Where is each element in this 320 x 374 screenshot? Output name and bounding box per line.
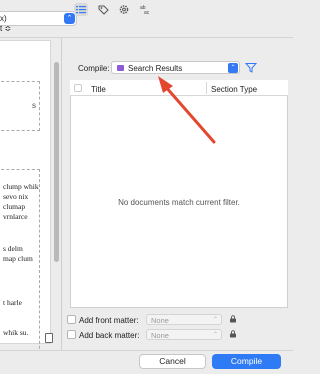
compile-label: Compile: [78,64,110,73]
left-panel-dropdown[interactable]: t ≎ [0,22,56,36]
tab-list[interactable] [74,3,88,16]
tab-replacements[interactable]: ab ac [138,3,152,16]
column-header-section-type[interactable]: Section Type [211,85,257,94]
lock-icon[interactable] [229,315,237,323]
inspector-tabbar [62,38,293,58]
sample-line: clump whik [3,182,39,191]
compile-source-value: Search Results [128,64,183,73]
back-matter-value: None [151,331,169,340]
document-icon[interactable] [45,333,53,343]
filter-icon[interactable] [244,62,258,73]
list-icon [76,6,86,14]
placeholder-text: s [32,101,36,110]
documents-table [70,80,288,308]
sample-line: s delm [3,244,23,253]
chevron-updown-icon: ⌃ [64,13,75,24]
left-scrollbar[interactable] [53,62,59,262]
empty-state-message: No documents match current filter. [118,198,240,207]
tag-icon [98,5,109,15]
compile-source-select[interactable]: Search Results ⌃ [111,61,240,74]
front-matter-value: None [151,316,169,325]
back-matter-select[interactable]: None ⌃ [146,329,222,340]
column-divider [206,82,207,94]
tab-options[interactable] [117,3,131,16]
front-matter-select[interactable]: None ⌃ [146,314,222,325]
lock-icon[interactable] [229,330,237,338]
replace-text-icon: ab ac [140,5,150,15]
sample-text-box: clump whik sevo nix clumap vrnlarce s de… [0,169,40,369]
chevron-updown-icon: ⌃ [212,332,218,338]
left-dropdown-value: t ≎ [0,24,12,33]
dashed-placeholder-box: s [0,81,40,131]
column-header-title[interactable]: Title [91,85,106,94]
tab-tags[interactable] [96,3,110,16]
back-matter-label: Add back matter: [79,331,140,340]
sample-line: clumap [3,202,26,211]
sample-line: t harle [3,298,22,307]
sample-line: whik su. [3,328,29,337]
cancel-button[interactable]: Cancel [139,354,206,369]
front-matter-checkbox[interactable] [67,315,76,324]
sample-line: sevo nix [3,192,29,201]
compile-button[interactable]: Compile [212,354,281,369]
sample-line: vrnlarce [3,212,28,221]
scrollbar-thumb[interactable] [54,62,59,262]
front-matter-label: Add front matter: [79,316,139,325]
select-all-checkbox[interactable] [74,84,82,92]
preview-area: s clump whik sevo nix clumap vrnlarce s … [0,40,51,369]
svg-text:ac: ac [144,10,150,15]
gear-icon [119,5,129,14]
sample-line: map clum [3,254,33,263]
chevron-updown-icon: ⌃ [228,63,238,73]
chevron-updown-icon: ⌃ [212,317,218,323]
back-matter-checkbox[interactable] [67,330,76,339]
collection-color-swatch [117,65,124,71]
